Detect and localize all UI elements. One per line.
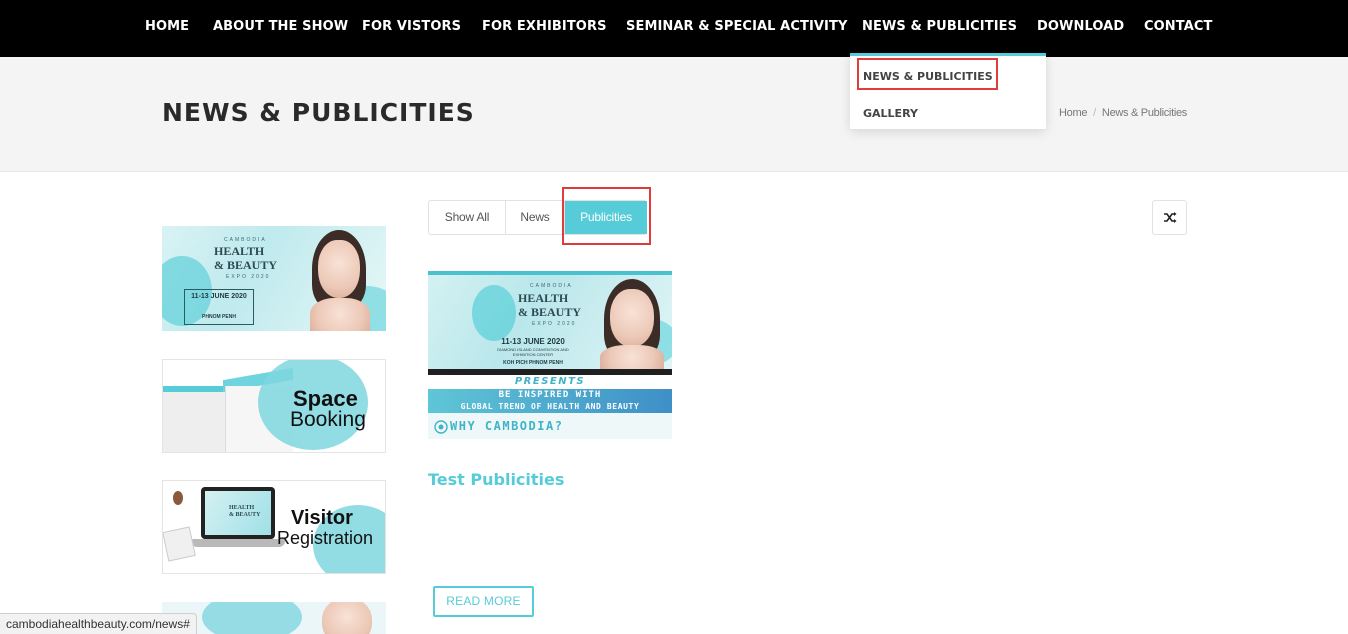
flower-icon <box>434 420 448 434</box>
nav-item-download[interactable]: DOWNLOAD <box>1037 19 1124 34</box>
thumb-line1: HEALTH <box>518 291 569 305</box>
tab-show-all[interactable]: Show All <box>429 201 505 234</box>
thumb-date-box: 11-13 JUNE 2020 DIAMOND ISLAND CONVENTIO… <box>488 335 578 369</box>
thumb-inspired-line1: BE INSPIRED WITH <box>498 390 602 400</box>
thumb-inspired-line2: GLOBAL TREND OF HEALTH AND BEAUTY <box>460 402 640 411</box>
tab-news[interactable]: News <box>506 201 564 234</box>
banner-date: 11-13 JUNE 2020 <box>191 293 247 300</box>
banner-city: PHNOM PENH <box>202 314 236 320</box>
model-shoulders <box>310 298 370 331</box>
banner-country: CAMBODIA <box>224 237 267 243</box>
banner-expo: EXPO 2020 <box>226 274 271 280</box>
thumb-why: WHY CAMBODIA? <box>450 419 564 433</box>
screen-line1: HEALTH <box>229 505 255 511</box>
banner-line2: & BEAUTY <box>214 258 278 272</box>
post-title[interactable]: Test Publicities <box>428 470 564 489</box>
model-face <box>610 289 654 347</box>
nav-item-seminar[interactable]: SEMINAR & SPECIAL ACTIVITY <box>626 19 847 34</box>
breadcrumb-separator: / <box>1093 107 1096 119</box>
thumb-presents: PRESENTS <box>428 375 672 389</box>
tab-publicities[interactable]: Publicities <box>565 201 647 234</box>
breadcrumb-current: News & Publicities <box>1101 107 1187 119</box>
nav-item-home[interactable]: HOME <box>145 19 189 34</box>
banner-visitor-word: Visitor <box>291 507 353 529</box>
thumb-line2: & BEAUTY <box>518 305 582 319</box>
thumb-date: 11-13 JUNE 2020 <box>501 337 565 346</box>
dropdown-item-news-publicities[interactable]: NEWS & PUBLICITIES <box>863 70 993 83</box>
breadcrumb: Home / News & Publicities <box>1059 107 1187 119</box>
thumb-expo: EXPO 2020 <box>532 321 577 327</box>
nav-item-news-publicities[interactable]: NEWS & PUBLICITIES <box>862 19 1017 34</box>
dropdown-item-gallery[interactable]: GALLERY <box>863 107 918 120</box>
sidebar-banner-space-booking[interactable]: Space Booking <box>162 359 386 453</box>
banner-booking-word: Booking <box>290 408 366 431</box>
thumb-country: CAMBODIA <box>530 283 573 289</box>
thumb-venue: DIAMOND ISLAND CONVENTION AND EXHIBITION… <box>497 347 569 357</box>
decor-blob <box>202 602 302 634</box>
banner-date-box: 11-13 JUNE 2020 PHNOM PENH <box>184 289 254 325</box>
nav-item-contact[interactable]: CONTACT <box>1144 19 1213 34</box>
sidebar-banner-expo[interactable]: CAMBODIA HEALTH & BEAUTY EXPO 2020 11-13… <box>162 226 386 331</box>
thumb-city: KOH PICH PHNOM PENH <box>503 360 563 366</box>
page-title: NEWS & PUBLICITIES <box>162 98 475 127</box>
model-face <box>322 602 372 634</box>
booth-wall <box>163 392 225 452</box>
shuffle-icon <box>1164 212 1177 223</box>
breadcrumb-home[interactable]: Home <box>1059 107 1087 119</box>
thumb-banner-top: CAMBODIA HEALTH & BEAUTY EXPO 2020 11-13… <box>428 271 672 375</box>
shuffle-button[interactable] <box>1152 200 1187 235</box>
thumb-inspired: BE INSPIRED WITH GLOBAL TREND OF HEALTH … <box>428 390 672 412</box>
nav-item-about-the-show[interactable]: ABOUT THE SHOW <box>213 19 348 34</box>
filter-tabs: Show All News Publicities <box>428 200 647 235</box>
nav-item-for-visitors[interactable]: FOR VISTORS <box>362 19 461 34</box>
banner-registration-word: Registration <box>277 528 374 548</box>
laptop-base <box>191 539 285 547</box>
news-dropdown-menu: NEWS & PUBLICITIES GALLERY <box>850 53 1046 129</box>
top-nav: HOME ABOUT THE SHOW FOR VISTORS FOR EXHI… <box>0 0 1348 57</box>
decor-blob <box>472 285 516 341</box>
nav-item-for-exhibitors[interactable]: FOR EXHIBITORS <box>482 19 607 34</box>
notebook <box>163 526 196 562</box>
banner-line1: HEALTH <box>214 244 265 258</box>
screen-line2: & BEAUTY <box>229 512 261 518</box>
pinecone <box>173 491 183 505</box>
laptop-screen-display: HEALTH & BEAUTY <box>205 491 271 535</box>
model-face <box>318 240 360 298</box>
laptop-screen: HEALTH & BEAUTY <box>201 487 275 539</box>
status-bar-url: cambodiahealthbeauty.com/news# <box>0 613 197 634</box>
post-thumbnail[interactable]: CAMBODIA HEALTH & BEAUTY EXPO 2020 11-13… <box>428 271 672 439</box>
read-more-button[interactable]: READ MORE <box>433 586 534 617</box>
sidebar-banner-visitor-registration[interactable]: HEALTH & BEAUTY Visitor Registration <box>162 480 386 574</box>
